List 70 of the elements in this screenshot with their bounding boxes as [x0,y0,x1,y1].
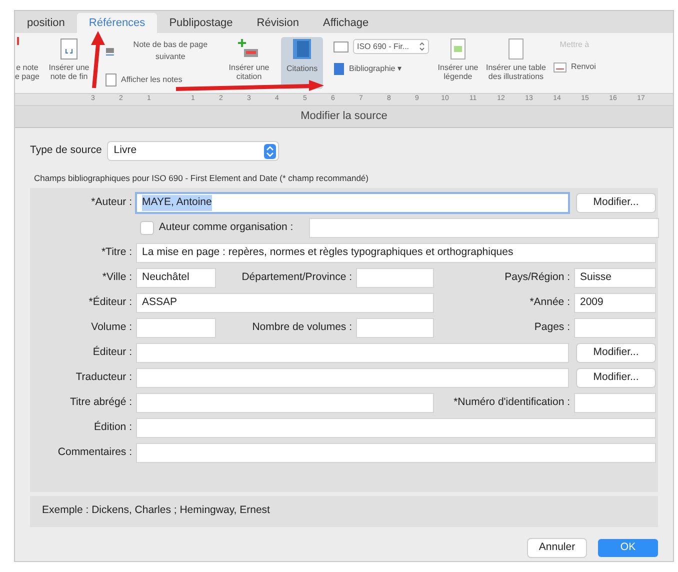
insert-citation-button[interactable]: Insérer une citation [228,63,270,81]
stepper-icon [264,144,276,158]
example-text: Exemple : Dickens, Charles ; Hemingway, Ernest [42,503,270,518]
page-icon [105,73,117,87]
text-field[interactable] [575,394,655,412]
field-label: *Année : [528,295,571,310]
ribbon-tab[interactable]: Publipostage [157,13,245,33]
next-footnote-button[interactable]: Note de bas de page suivante [105,39,223,63]
text-field[interactable]: ASSAP [137,294,433,312]
field-label: Commentaires : [56,445,133,460]
text-field[interactable] [137,344,568,362]
ribbon-tab[interactable]: Affichage [310,13,381,33]
dropdown-value: Livre [114,143,137,158]
source-type-dropdown[interactable]: Livre [108,142,278,160]
bibliography-button[interactable]: Bibliographie ▾ [333,62,433,76]
field-label: Volume : [90,320,133,336]
citations-button[interactable]: Citations [281,37,323,89]
page-icon [58,37,80,61]
citations-icon [291,37,313,61]
insert-table-button[interactable]: Insérer une table des illustrations [486,63,546,81]
style-dropdown[interactable]: ISO 690 - Fir... [353,39,429,54]
field-label: Nombre de volumes : [251,320,353,336]
show-notes-button[interactable]: Afficher les notes [105,73,223,87]
field-label: Département/Province : [240,270,353,286]
cross-reference-icon [553,61,567,73]
text-field[interactable] [575,319,655,338]
cancel-button[interactable]: Annuler [528,538,586,557]
ribbon-tab[interactable]: position [15,13,77,33]
text-field[interactable] [357,319,433,338]
field-label: Édition : [93,420,133,436]
field-label: *Titre : [100,245,133,260]
field-label: Éditeur : [92,345,133,360]
field-label: *Éditeur : [88,295,133,310]
insert-caption-button[interactable]: Insérer une légende [438,63,478,81]
ribbon-tab[interactable]: Références [76,13,158,33]
source-type-label: Type de source [30,143,102,158]
footnote-icon [105,46,115,56]
field-label: Traducteur : [74,370,133,386]
modify-button[interactable]: Modifier... [577,369,655,388]
text-field[interactable] [357,269,433,288]
field-label: Titre abrégé : [68,395,133,410]
modify-button[interactable]: Modifier... [577,194,655,212]
text-field[interactable]: Suisse [575,269,655,288]
text-field[interactable] [137,444,655,462]
text-field[interactable]: Neuchâtel [137,269,215,288]
footnote-button[interactable]: e note e page [15,63,40,81]
endnote-button[interactable]: Insérer une note de fin [48,63,90,81]
text-field[interactable]: La mise en page : repères, normes et règles typographiques et orthographiques [137,244,655,262]
checkbox[interactable] [141,222,153,234]
ribbon-tab[interactable]: Révision [244,13,311,33]
field-label: *Ville : [101,270,133,286]
bibliography-icon [333,62,345,76]
stepper-icon [419,42,425,51]
text-field[interactable] [137,369,568,388]
text-field[interactable]: 2009 [575,294,655,312]
arrow [91,31,105,88]
dialog-title: Modifier la source [300,109,388,124]
field-label: *Numéro d'identification : [452,395,571,410]
field-label: Pages : [533,320,571,336]
text-field[interactable]: MAYE, Antoine [137,194,568,212]
text-field[interactable] [137,319,215,338]
text-field[interactable] [310,219,658,238]
field-label: *Auteur : [90,195,133,210]
section-title: Champs bibliographiques pour ISO 690 - First Element and Date (* champ recommandé) [33,172,370,185]
modify-button[interactable]: Modifier... [577,344,655,362]
text-field[interactable] [137,394,433,412]
checkbox-label: Auteur comme organisation : [158,220,294,236]
text-field[interactable] [137,419,655,438]
cross-reference-button[interactable]: Renvoi [553,61,596,73]
field-label: Pays/Région : [504,270,571,286]
